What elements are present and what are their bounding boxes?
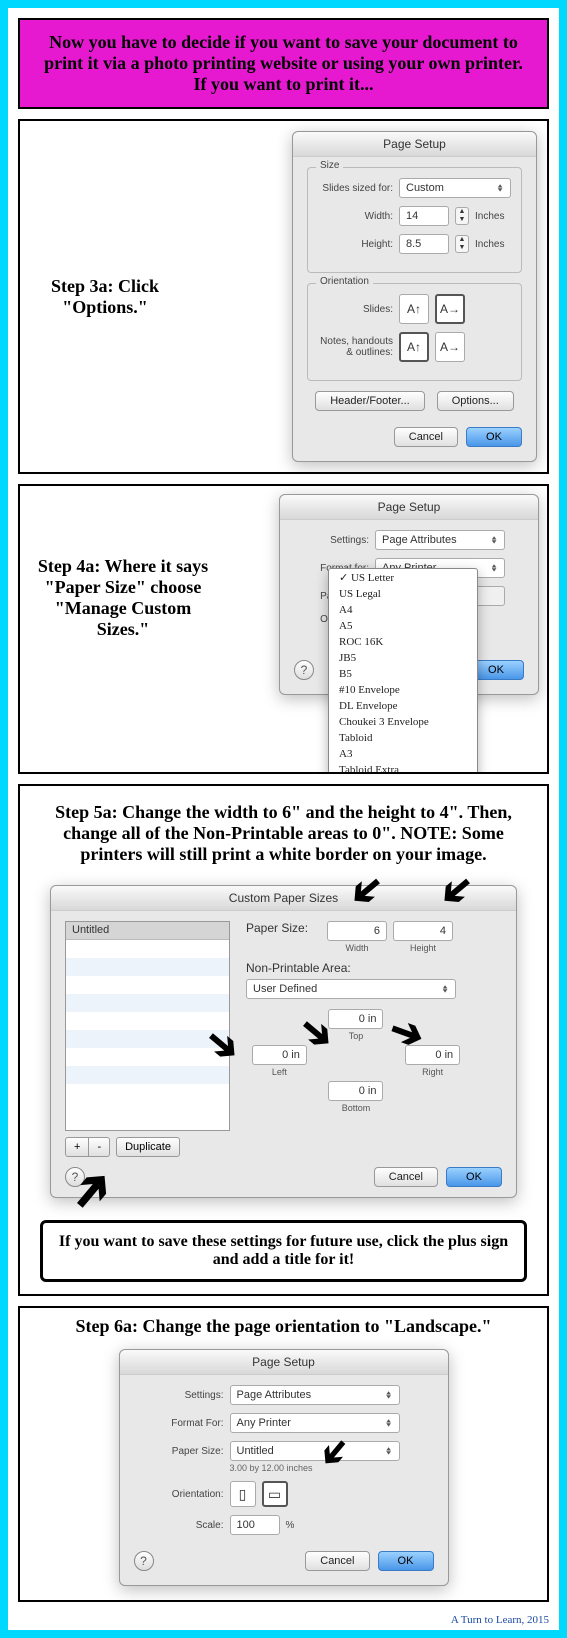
panel-4a: Step 4a: Where it says "Paper Size" choo… <box>18 484 549 774</box>
menu-item[interactable]: US Letter <box>329 569 477 586</box>
notes-orient-label: Notes, handouts & outlines: <box>318 336 393 358</box>
intro-banner: Now you have to decide if you want to sa… <box>18 18 549 109</box>
caption-5a: Step 5a: Change the width to 6" and the … <box>20 794 547 873</box>
paper-width-input[interactable]: 6 <box>327 921 387 941</box>
sizes-listbox[interactable]: Untitled <box>65 921 230 1131</box>
bottom-margin-input[interactable]: 0 in <box>328 1081 383 1101</box>
width-input[interactable]: 14 <box>399 206 449 226</box>
ok-button[interactable]: OK <box>378 1551 434 1571</box>
menu-item[interactable]: B5 <box>329 666 477 682</box>
custom-paper-sizes-dialog: Custom Paper Sizes Untitled + - Dupl <box>50 885 517 1198</box>
menu-item[interactable]: Tabloid Extra <box>329 762 477 774</box>
slides-portrait-btn[interactable]: A↑ <box>399 294 429 324</box>
orientation-group-label: Orientation <box>316 276 373 287</box>
nonprintable-label: Non-Printable Area: <box>246 961 502 975</box>
user-defined-select[interactable]: User Defined▲▼ <box>246 979 456 999</box>
paper-size-dropdown[interactable]: US Letter US Legal A4 A5 ROC 16K JB5 B5 … <box>328 568 478 774</box>
page-setup-dialog-3: Page Setup Settings: Page Attributes▲▼ F… <box>119 1349 449 1586</box>
menu-item[interactable]: A5 <box>329 618 477 634</box>
left-margin-input[interactable]: 0 in <box>252 1045 307 1065</box>
left-label: Left <box>272 1067 287 1077</box>
notes-landscape-btn[interactable]: A→ <box>435 332 465 362</box>
list-header: Untitled <box>66 922 229 940</box>
paper-height-label: Height <box>410 943 436 953</box>
cancel-button[interactable]: Cancel <box>374 1167 438 1187</box>
bottom-label: Bottom <box>342 1103 371 1113</box>
panel-6a: Step 6a: Change the page orientation to … <box>18 1306 549 1602</box>
paper-size-label: Paper Size: <box>134 1446 224 1457</box>
dialog-title: Page Setup <box>120 1350 448 1375</box>
menu-item[interactable]: DL Envelope <box>329 698 477 714</box>
note-5a: If you want to save these settings for f… <box>40 1220 527 1282</box>
scale-unit: % <box>286 1520 295 1531</box>
size-group-label: Size <box>316 160 343 171</box>
height-unit: Inches <box>475 239 504 250</box>
header-footer-button[interactable]: Header/Footer... <box>315 391 425 411</box>
slides-orient-label: Slides: <box>318 304 393 315</box>
settings-select[interactable]: Page Attributes▲▼ <box>375 530 505 550</box>
settings-label: Settings: <box>294 535 369 546</box>
menu-item[interactable]: ROC 16K <box>329 634 477 650</box>
cancel-button[interactable]: Cancel <box>305 1551 369 1571</box>
help-icon[interactable]: ? <box>65 1167 85 1187</box>
menu-item[interactable]: Tabloid <box>329 730 477 746</box>
dialog-title: Custom Paper Sizes <box>51 886 516 911</box>
paper-size-info: 3.00 by 12.00 inches <box>230 1463 313 1473</box>
options-button[interactable]: Options... <box>437 391 514 411</box>
top-label: Top <box>349 1031 364 1041</box>
height-stepper[interactable]: ▲▼ <box>455 235 469 253</box>
caption-3a: Step 3a: Click "Options." <box>30 276 180 318</box>
help-icon[interactable]: ? <box>134 1551 154 1571</box>
menu-item[interactable]: #10 Envelope <box>329 682 477 698</box>
settings-select[interactable]: Page Attributes▲▼ <box>230 1385 400 1405</box>
scale-label: Scale: <box>134 1520 224 1531</box>
page-setup-dialog-1: Page Setup Size Slides sized for: Custom… <box>292 131 537 462</box>
width-stepper[interactable]: ▲▼ <box>455 207 469 225</box>
help-icon[interactable]: ? <box>294 660 314 680</box>
menu-item[interactable]: Choukei 3 Envelope <box>329 714 477 730</box>
paper-width-label: Width <box>345 943 368 953</box>
paper-height-input[interactable]: 4 <box>393 921 453 941</box>
menu-item[interactable]: JB5 <box>329 650 477 666</box>
landscape-button[interactable]: ▭ <box>262 1481 288 1507</box>
height-label: Height: <box>318 239 393 250</box>
credit-text: A Turn to Learn, 2015 <box>8 1612 559 1630</box>
paper-size-label: Paper Size: <box>246 921 321 935</box>
scale-input[interactable]: 100 <box>230 1515 280 1535</box>
menu-item[interactable]: A4 <box>329 602 477 618</box>
format-for-select[interactable]: Any Printer▲▼ <box>230 1413 400 1433</box>
slides-sized-for-label: Slides sized for: <box>318 183 393 194</box>
slides-landscape-btn[interactable]: A→ <box>435 294 465 324</box>
orientation-label: Orientation: <box>134 1489 224 1500</box>
ok-button[interactable]: OK <box>446 1167 502 1187</box>
width-unit: Inches <box>475 211 504 222</box>
right-label: Right <box>422 1067 443 1077</box>
slides-sized-for-select[interactable]: Custom▲▼ <box>399 178 511 198</box>
dialog-title: Page Setup <box>293 132 536 157</box>
top-margin-input[interactable]: 0 in <box>328 1009 383 1029</box>
caption-4a: Step 4a: Where it says "Paper Size" choo… <box>28 556 218 640</box>
notes-portrait-btn[interactable]: A↑ <box>399 332 429 362</box>
portrait-button[interactable]: ▯ <box>230 1481 256 1507</box>
add-size-button[interactable]: + <box>65 1137 89 1157</box>
ok-button[interactable]: OK <box>466 427 522 447</box>
cancel-button[interactable]: Cancel <box>394 427 458 447</box>
panel-5a: Step 5a: Change the width to 6" and the … <box>18 784 549 1296</box>
panel-3a: Step 3a: Click "Options." Page Setup Siz… <box>18 119 549 474</box>
duplicate-button[interactable]: Duplicate <box>116 1137 180 1157</box>
caption-6a: Step 6a: Change the page orientation to … <box>20 1316 547 1337</box>
format-for-label: Format For: <box>134 1418 224 1429</box>
remove-size-button[interactable]: - <box>89 1137 110 1157</box>
settings-label: Settings: <box>134 1390 224 1401</box>
height-input[interactable]: 8.5 <box>399 234 449 254</box>
menu-item[interactable]: A3 <box>329 746 477 762</box>
dialog-title: Page Setup <box>280 495 538 520</box>
width-label: Width: <box>318 211 393 222</box>
right-margin-input[interactable]: 0 in <box>405 1045 460 1065</box>
menu-item[interactable]: US Legal <box>329 586 477 602</box>
paper-size-select[interactable]: Untitled▲▼ <box>230 1441 400 1461</box>
